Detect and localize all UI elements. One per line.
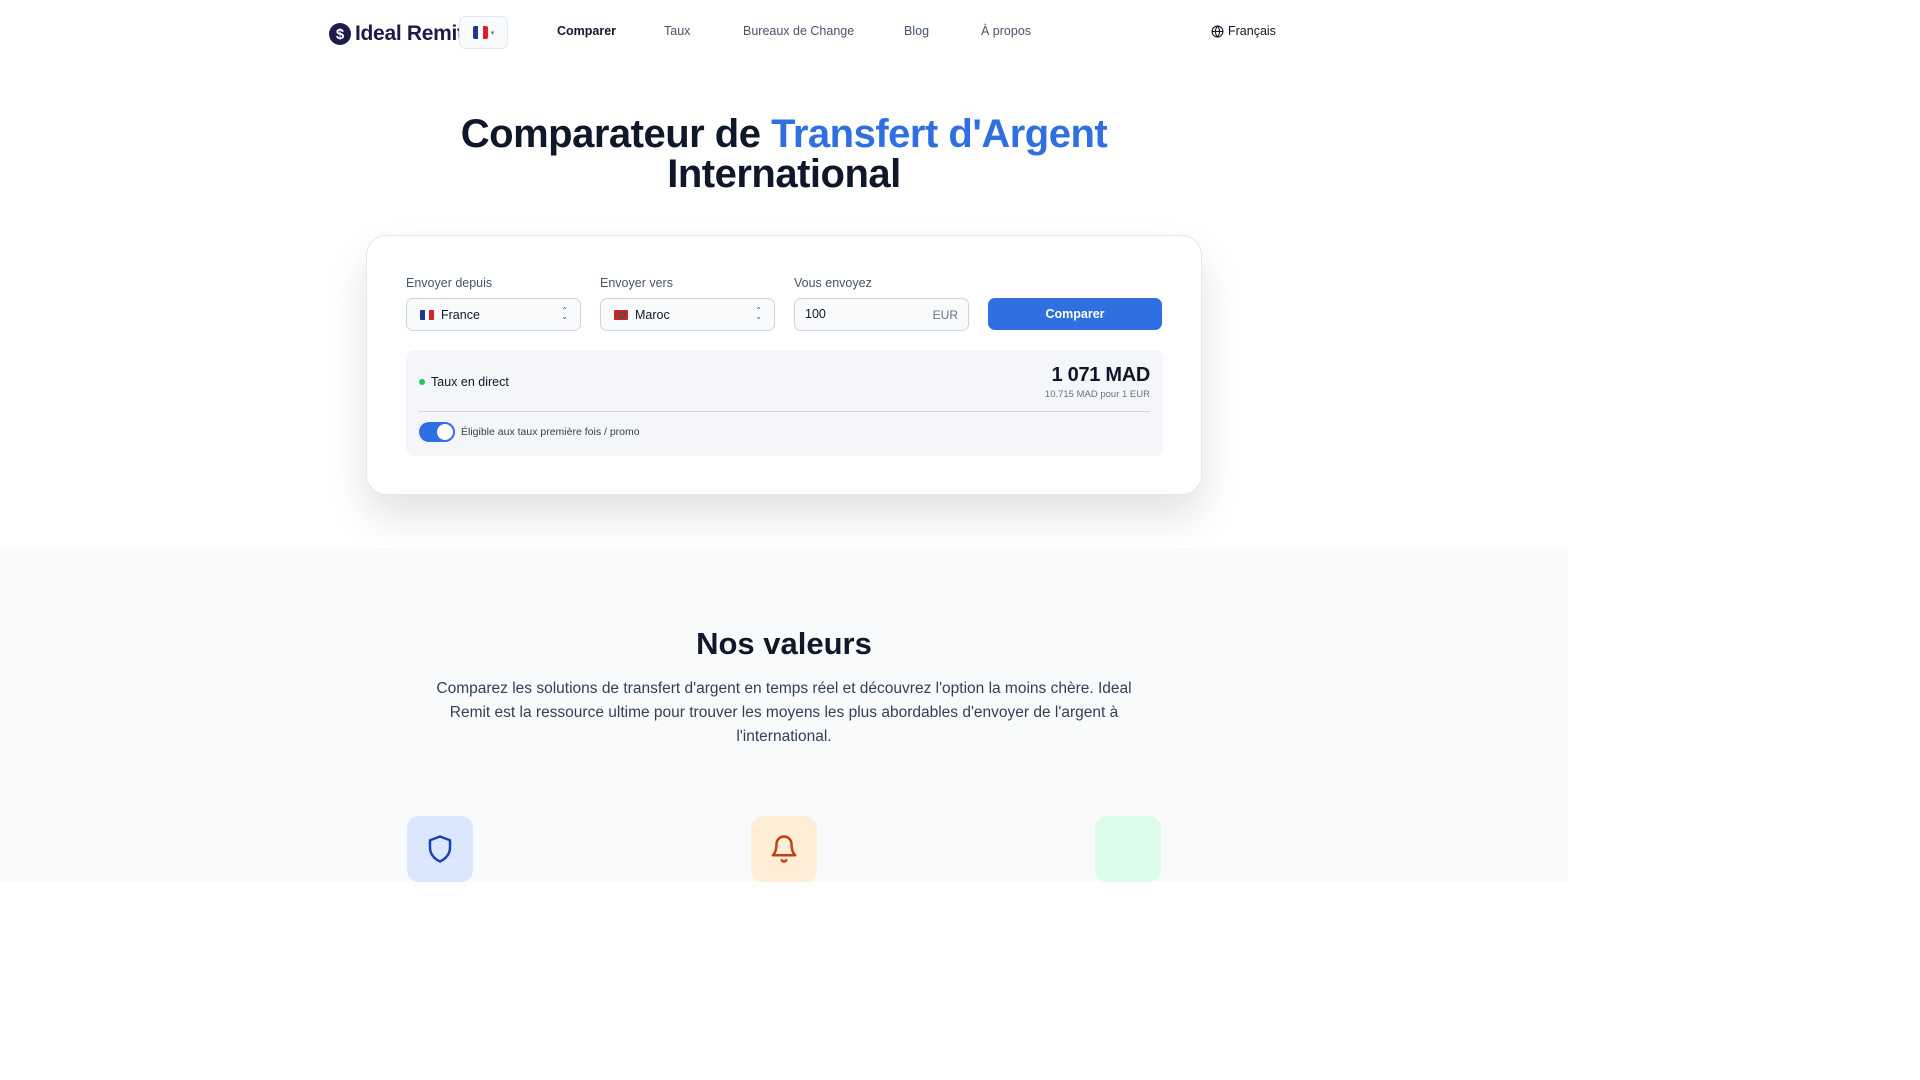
- live-rate-label: Taux en direct: [431, 375, 509, 389]
- globe-icon: [1211, 24, 1224, 38]
- amount-label: Vous envoyez: [794, 276, 872, 290]
- to-label: Envoyer vers: [600, 276, 673, 290]
- feature-security-tile: [407, 816, 473, 882]
- nav-item-bureaux-de-change[interactable]: Bureaux de Change: [743, 24, 854, 38]
- bell-icon: [771, 835, 797, 863]
- logo[interactable]: $ Ideal Remit: [329, 22, 464, 46]
- france-flag-icon: [420, 309, 434, 320]
- from-country-select[interactable]: France ⌃ ⌄: [406, 298, 581, 331]
- select-arrows-icon: ⌃ ⌄: [755, 306, 762, 321]
- currency-label: EUR: [932, 308, 958, 322]
- feature-third-tile: [1095, 816, 1161, 882]
- dollar-logo-icon: $: [329, 23, 351, 45]
- country-selector-button[interactable]: ▾: [459, 16, 508, 49]
- exchange-rate-detail: 10.715 MAD pour 1 EUR: [1044, 389, 1150, 400]
- title-prefix: Comparateur de: [460, 112, 761, 156]
- nav-item-blog[interactable]: Blog: [904, 24, 929, 38]
- site-header: $ Ideal Remit ▾ Comparer Taux Bureaux de…: [0, 0, 1568, 66]
- from-country-value: France: [441, 307, 480, 322]
- nav-item-a-propos[interactable]: À propos: [981, 24, 1031, 38]
- rate-panel: Taux en direct 1 071 MAD 10.715 MAD pour…: [406, 350, 1163, 456]
- live-status-dot-icon: [419, 379, 425, 385]
- received-amount: 1 071 MAD: [1051, 364, 1151, 386]
- values-description: Comparez les solutions de transfert d'ar…: [436, 680, 1132, 745]
- chevron-down-icon: ▾: [490, 29, 495, 37]
- promo-toggle-label: Éligible aux taux première fois / promo: [461, 426, 640, 438]
- live-rate-status: Taux en direct: [419, 375, 509, 389]
- morocco-flag-icon: [614, 309, 628, 320]
- rate-result: 1 071 MAD 10.715 MAD pour 1 EUR: [1045, 364, 1150, 400]
- language-selector[interactable]: Français: [1211, 24, 1276, 38]
- to-country-value: Maroc: [635, 307, 670, 322]
- amount-input[interactable]: [805, 307, 915, 321]
- to-country-select[interactable]: Maroc ⌃ ⌄: [600, 298, 775, 331]
- values-section: Nos valeurs Comparez les solutions de tr…: [0, 548, 1568, 882]
- brand-name: Ideal Remit: [355, 22, 464, 45]
- from-label: Envoyer depuis: [406, 276, 493, 290]
- shield-icon: [428, 835, 452, 863]
- nav-item-comparer[interactable]: Comparer: [557, 24, 616, 38]
- amount-field[interactable]: EUR: [794, 298, 969, 331]
- promo-toggle[interactable]: [419, 422, 455, 442]
- nav-item-taux[interactable]: Taux: [664, 24, 690, 38]
- feature-alerts-tile: [751, 816, 817, 882]
- compare-button[interactable]: Comparer: [988, 298, 1162, 330]
- select-arrows-icon: ⌃ ⌄: [561, 306, 568, 321]
- comparison-card: Envoyer depuis France ⌃ ⌄ Envoyer vers Ma…: [366, 235, 1202, 495]
- divider: [419, 411, 1150, 412]
- language-label: Français: [1228, 24, 1276, 38]
- france-flag-icon: [472, 26, 488, 39]
- title-accent: Transfert d'Argent: [771, 112, 1108, 156]
- title-suffix: International: [667, 152, 901, 196]
- page-title: Comparateur de Transfert d'Argent Intern…: [0, 114, 1568, 194]
- values-title: Nos valeurs: [696, 626, 872, 661]
- toggle-knob: [437, 424, 453, 440]
